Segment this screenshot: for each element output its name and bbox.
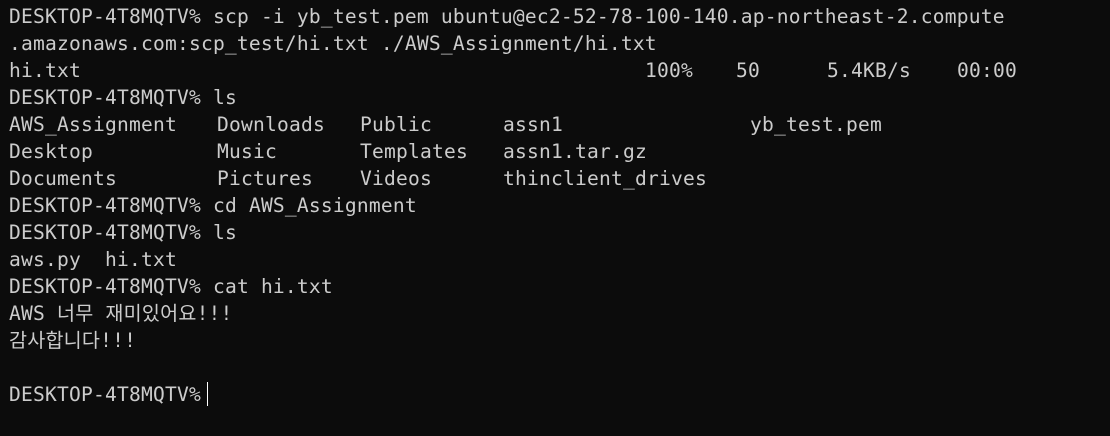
ls-output-row: Documents Pictures Videos thinclient_dri… xyxy=(9,165,1110,192)
directory-entry: Documents xyxy=(9,167,117,190)
directory-entry: thinclient_drives xyxy=(503,167,707,190)
command-text: .amazonaws.com:scp_test/hi.txt ./AWS_Ass… xyxy=(9,32,657,55)
command-text: ls xyxy=(212,221,237,244)
terminal-line-active-prompt[interactable]: DESKTOP-4T8MQTV% xyxy=(9,381,1110,408)
directory-entry: Videos xyxy=(360,167,432,190)
empty-line xyxy=(9,354,1110,381)
scp-progress-line: hi.txt 100% 50 5.4KB/s 00:00 xyxy=(9,57,1110,84)
directory-entry: Templates xyxy=(360,140,468,163)
terminal-line-scp-command-wrap: .amazonaws.com:scp_test/hi.txt ./AWS_Ass… xyxy=(9,30,1110,57)
command-text: cat hi.txt xyxy=(212,275,333,298)
ls-output-row: aws.py hi.txt xyxy=(9,248,177,271)
command-text: scp -i yb_test.pem ubuntu@ec2-52-78-100-… xyxy=(212,5,1005,28)
shell-prompt: DESKTOP-4T8MQTV% xyxy=(9,5,201,28)
terminal-line-ls-command: DESKTOP-4T8MQTV% ls xyxy=(9,219,1110,246)
terminal-line-ls-command: DESKTOP-4T8MQTV% ls xyxy=(9,84,1110,111)
ls-output-row: AWS_Assignment Downloads Public assn1 yb… xyxy=(9,111,1110,138)
transfer-file-name: hi.txt xyxy=(9,59,81,82)
command-text: ls xyxy=(212,86,237,109)
terminal-line-cat-command: DESKTOP-4T8MQTV% cat hi.txt xyxy=(9,273,1110,300)
transfer-eta: 00:00 xyxy=(957,59,1017,82)
file-entry: yb_test.pem xyxy=(750,113,882,136)
directory-entry: assn1 xyxy=(503,113,563,136)
transfer-rate: 5.4KB/s xyxy=(827,59,911,82)
directory-entry: Music xyxy=(217,140,277,163)
transfer-size: 50 xyxy=(736,59,760,82)
terminal-line-scp-command: DESKTOP-4T8MQTV% scp -i yb_test.pem ubun… xyxy=(9,3,1110,30)
transfer-percent: 100% xyxy=(645,59,693,82)
directory-entry: Public xyxy=(360,113,432,136)
terminal-line-cd-command: DESKTOP-4T8MQTV% cd AWS_Assignment xyxy=(9,192,1110,219)
directory-entry: Pictures xyxy=(217,167,313,190)
file-entry: assn1.tar.gz xyxy=(503,140,647,163)
command-text: cd AWS_Assignment xyxy=(212,194,417,217)
text-cursor[interactable] xyxy=(206,382,208,406)
cat-output-line: AWS 너무 재미있어요!!! xyxy=(9,302,233,325)
ls-output-row: Desktop Music Templates assn1.tar.gz xyxy=(9,138,1110,165)
directory-entry: Desktop xyxy=(9,140,93,163)
directory-entry: Downloads xyxy=(217,113,325,136)
directory-entry: AWS_Assignment xyxy=(9,113,177,136)
shell-prompt: DESKTOP-4T8MQTV% xyxy=(9,383,201,406)
terminal-window[interactable]: DESKTOP-4T8MQTV% scp -i yb_test.pem ubun… xyxy=(0,0,1110,436)
cat-output-line: 감사합니다!!! xyxy=(9,329,137,352)
